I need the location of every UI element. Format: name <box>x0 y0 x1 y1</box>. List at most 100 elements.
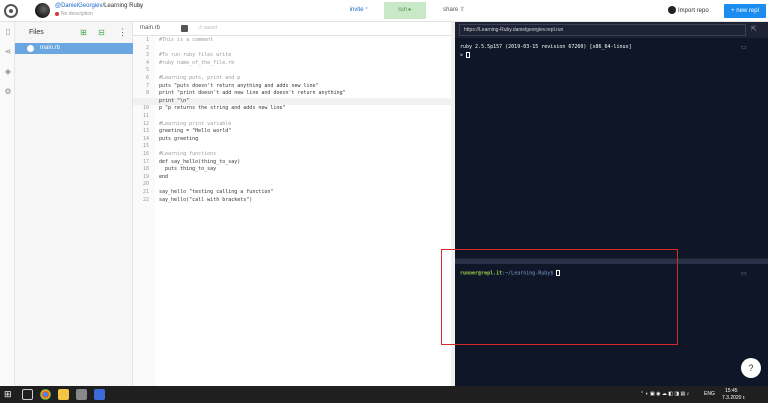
line-number: 12 <box>142 120 149 127</box>
line-number: 4 <box>145 59 149 66</box>
new-file-icon[interactable]: ⊞ <box>79 28 88 37</box>
user-link[interactable]: @DanielGeorgiev <box>55 3 102 9</box>
chrome-icon[interactable] <box>40 389 51 400</box>
tab-main-rb[interactable]: main.rb <box>140 25 178 35</box>
version-line: ruby 2.5.5p157 (2019-03-15 revision 6726… <box>460 44 632 50</box>
line-number: 10 <box>142 105 149 112</box>
code-line[interactable]: puts greeting <box>159 136 198 142</box>
files-title: Files <box>29 29 44 36</box>
share-network-icon[interactable]: ⋖ <box>4 48 12 56</box>
code-line[interactable]: #Learning puts, print and p <box>159 75 240 81</box>
app-icon[interactable] <box>94 389 105 400</box>
share-button[interactable]: share ⇧ <box>437 2 471 19</box>
line-number: 14 <box>142 135 149 142</box>
code-line[interactable]: #This is a comment <box>159 37 213 43</box>
line-number: 7 <box>145 82 149 89</box>
share-icon: ⇧ <box>459 7 465 13</box>
import-repo-button[interactable]: Import repo <box>668 4 720 18</box>
file-explorer-icon[interactable] <box>58 389 69 400</box>
line-number: 19 <box>142 173 149 180</box>
code-line[interactable]: greeting = "Hello world" <box>159 128 231 134</box>
line-number: 2 <box>145 44 149 51</box>
pencil-icon[interactable]: ✎ <box>137 3 142 10</box>
file-name: main.rb <box>40 45 61 51</box>
code-line[interactable]: say_hello "testing calling a function" <box>159 189 273 195</box>
code-line[interactable]: puts thing_to_say <box>159 166 216 172</box>
top-bar: @DanielGeorgiev/Learning Ruby ✎ No descr… <box>0 0 768 22</box>
clock-time[interactable]: 15:45 <box>725 388 738 394</box>
more-options-icon[interactable]: ⋮ <box>118 27 127 38</box>
code-line[interactable]: print "print doesn't add new line and do… <box>159 90 346 96</box>
windows-taskbar: ⊞ ⌃ ◐ ▣ ◉ ☁ ◧ ◨ ▤ ♪ ENG 15:45 7.3.2020 г… <box>0 386 768 403</box>
description-text: No description <box>61 11 93 17</box>
line-gutter: 12345678910111213141516171819202122 <box>133 36 155 386</box>
annotation-highlight-box <box>441 249 678 345</box>
line-number: 17 <box>142 158 149 165</box>
saved-text: saved <box>203 25 217 31</box>
help-button[interactable]: ? <box>741 358 761 378</box>
gear-icon[interactable]: ⚙ <box>4 88 12 96</box>
clear-console-icon[interactable]: ▭ <box>741 44 747 51</box>
code-editor[interactable]: 12345678910111213141516171819202122 #Thi… <box>133 36 455 386</box>
line-number: 16 <box>142 151 149 157</box>
code-line[interactable]: p "p returns the string and adds new lin… <box>159 105 285 111</box>
import-label: Import repo <box>678 8 709 14</box>
line-number: 11 <box>142 113 149 119</box>
repl-title[interactable]: @DanielGeorgiev/Learning Ruby <box>55 3 143 9</box>
cursor <box>466 52 471 58</box>
code-line[interactable]: end <box>159 174 168 180</box>
line-number: 15 <box>142 143 149 150</box>
windows-start-icon[interactable]: ⊞ <box>4 390 13 399</box>
status-dot-icon <box>55 11 59 16</box>
code-line[interactable]: #To run ruby files write <box>159 52 231 58</box>
app-icon[interactable] <box>76 389 87 400</box>
code-line[interactable]: #ruby name_of_the_file.rb <box>159 60 234 66</box>
share-label: share <box>443 7 459 13</box>
invite-label: invite <box>349 7 364 13</box>
clear-shell-icon[interactable]: ▭ <box>741 270 747 277</box>
code-line[interactable]: #Learning print variable <box>159 121 231 127</box>
file-item-main-rb[interactable]: main.rb <box>15 43 133 54</box>
code-line[interactable]: say_hello("call with brackets") <box>159 197 252 203</box>
line-number: 21 <box>142 189 149 195</box>
play-icon: ▸ <box>408 7 412 13</box>
language-indicator[interactable]: ENG <box>704 391 715 397</box>
code-line[interactable]: #Learning functions <box>159 151 216 157</box>
line-number: 3 <box>145 52 149 59</box>
code-line[interactable]: puts "puts doesn't return anything and a… <box>159 83 319 89</box>
package-icon[interactable]: ◈ <box>4 68 12 76</box>
run-button[interactable]: run ▸ <box>384 2 426 19</box>
open-external-icon[interactable]: ⇱ <box>751 25 757 33</box>
line-number: 8 <box>145 90 149 97</box>
line-number: 1 <box>145 37 149 43</box>
replit-logo-icon[interactable] <box>4 4 18 18</box>
line-number: 20 <box>142 181 149 188</box>
line-number: 5 <box>145 67 149 74</box>
tray-icons[interactable]: ⌃ ◐ ▣ ◉ ☁ ◧ ◨ ▤ ♪ <box>640 391 689 397</box>
run-label: run <box>398 7 407 13</box>
line-number: 18 <box>142 166 149 173</box>
line-number: 22 <box>142 196 149 203</box>
clock-date[interactable]: 7.3.2020 г. <box>722 395 745 401</box>
repl-url-bar[interactable]: https://Learning-Ruby.danielgeorgiev.rep… <box>459 24 746 36</box>
format-icon[interactable] <box>181 25 188 32</box>
left-icon-rail: ▯ ⋖ ◈ ⚙ <box>0 22 15 386</box>
task-view-icon[interactable] <box>22 389 33 400</box>
invite-button[interactable]: invite ⁺ <box>339 2 379 19</box>
replit-workspace: @DanielGeorgiev/Learning Ruby ✎ No descr… <box>0 0 768 403</box>
github-icon <box>668 6 676 15</box>
repl-description[interactable]: No description <box>55 11 93 17</box>
avatar[interactable] <box>35 3 50 18</box>
code-line[interactable]: print "\n" <box>159 98 189 104</box>
files-icon[interactable]: ▯ <box>4 28 12 36</box>
prompt-char: > <box>460 52 464 59</box>
saved-status: ↺ saved <box>198 25 217 31</box>
new-folder-icon[interactable]: ⊟ <box>97 28 106 37</box>
line-number: 6 <box>145 75 149 81</box>
line-number: 13 <box>142 128 149 135</box>
code-line[interactable]: def say_hello(thing_to_say) <box>159 159 240 165</box>
new-repl-button[interactable]: + new repl <box>724 4 766 18</box>
ruby-console[interactable]: ruby 2.5.5p157 (2019-03-15 revision 6726… <box>455 38 768 258</box>
add-user-icon: ⁺ <box>365 7 369 13</box>
files-panel: Files ⊞ ⊟ ⋮ main.rb <box>15 22 133 386</box>
